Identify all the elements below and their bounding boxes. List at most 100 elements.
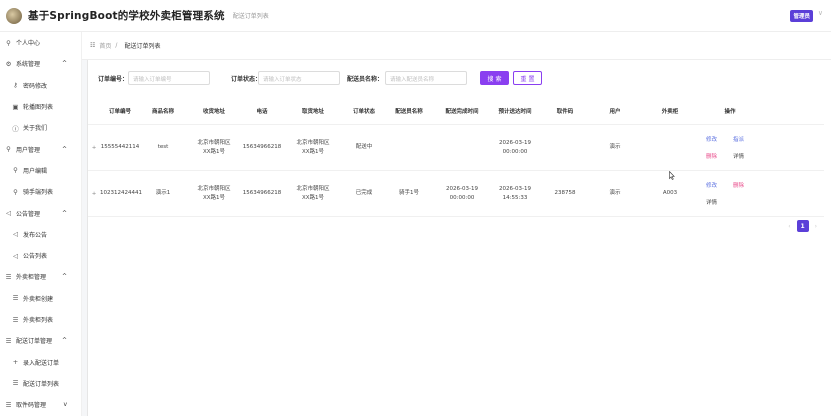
- sidebar-item-8[interactable]: ◁ 公告管理 ^: [0, 202, 81, 223]
- sidebar-item-13[interactable]: ☰ 外卖柜列表: [0, 309, 81, 330]
- table-cell: 骑手1号: [399, 190, 419, 196]
- app-title: 基于SpringBoot的学校外卖柜管理系统: [28, 10, 225, 22]
- main-content: ☷ 首页 / 配送订单列表 订单编号： 请输入订单编号 订单状态： 请输入订单状…: [82, 32, 831, 416]
- sidebar-item-label: 配送订单列表: [23, 380, 60, 388]
- sidebar-item-3[interactable]: ▣ 轮播图列表: [0, 96, 81, 117]
- sidebar-item-1[interactable]: ⚙ 系统管理 ^: [0, 53, 81, 74]
- edit-link[interactable]: 修改: [706, 181, 733, 189]
- assign-link[interactable]: 指派: [733, 135, 760, 143]
- sidebar-item-label: 发布公告: [23, 231, 48, 239]
- table-cell: 238758: [554, 190, 576, 196]
- table-cell: 演示1: [155, 190, 171, 196]
- info-icon: ⓘ: [12, 124, 19, 133]
- speaker-icon: ◁: [6, 209, 11, 218]
- user-icon: ⚲: [13, 166, 18, 175]
- sidebar-item-label: 个人中心: [16, 40, 41, 48]
- sidebar-item-2[interactable]: ⚷ 密码修改: [0, 75, 81, 96]
- sidebar-item-label: 录入配送订单: [23, 359, 60, 367]
- order-no-input[interactable]: 请输入订单编号: [128, 71, 210, 85]
- detail-link[interactable]: 详情: [706, 198, 733, 206]
- user-icon: ⚲: [6, 38, 11, 47]
- order-status-input[interactable]: 请输入订单状态: [258, 71, 340, 85]
- sidebar-item-9[interactable]: ◁ 发布公告: [0, 224, 81, 245]
- list-icon: ☰: [12, 294, 19, 303]
- image-icon: ▣: [12, 102, 19, 111]
- table-cell: 北京市朝阳区 XX路1号: [197, 185, 231, 201]
- column-header: 电话: [256, 108, 268, 115]
- sidebar-item-label: 轮播图列表: [23, 104, 54, 112]
- table-cell: 2026-03-19 00:00:00: [499, 139, 531, 155]
- top-bar: 基于SpringBoot的学校外卖柜管理系统 配送订单列表 管理员 ∨: [0, 0, 831, 32]
- sidebar-item-label: 系统管理: [16, 61, 41, 69]
- orders-table: 订单编号 商品名称 收货地址 电话 取货地址 订单状态 配送员名称 配送完成时间 预计送达时间 取…: [88, 100, 824, 217]
- column-header: 收货地址: [202, 108, 225, 115]
- delete-link[interactable]: 删除: [733, 181, 760, 189]
- sidebar-item-label: 外卖柜管理: [16, 274, 47, 282]
- sidebar-item-label: 骑手端列表: [23, 189, 54, 197]
- sidebar-item-label: 取件码管理: [16, 402, 47, 410]
- sidebar-item-17[interactable]: ☰ 取件码管理 v: [0, 394, 81, 415]
- sidebar-item-14[interactable]: ☰ 配送订单管理 ^: [0, 330, 81, 351]
- expand-icon[interactable]: +: [88, 191, 100, 197]
- users-icon: ⚲: [6, 145, 11, 154]
- table-cell: 北京市朝阳区 XX路1号: [296, 185, 330, 201]
- chevron-up-icon: ^: [61, 145, 67, 153]
- edit-link[interactable]: 修改: [706, 135, 733, 143]
- list-icon: ☰: [12, 379, 19, 388]
- chevron-down-icon[interactable]: ∨: [818, 9, 823, 17]
- sidebar-item-label: 用户编辑: [23, 167, 48, 175]
- search-button[interactable]: 搜 索: [480, 71, 509, 85]
- order-status-label: 订单状态：: [231, 76, 262, 83]
- breadcrumb-home[interactable]: 首页: [99, 41, 111, 50]
- list-icon: ☰: [5, 400, 12, 409]
- chevron-up-icon: ^: [61, 273, 67, 281]
- sidebar-item-label: 公告列表: [23, 253, 48, 261]
- page-number-button[interactable]: 1: [796, 220, 809, 232]
- table-cell: 北京市朝阳区 XX路1号: [197, 139, 231, 155]
- sidebar-item-10[interactable]: ◁ 公告列表: [0, 245, 81, 266]
- courier-name-label: 配送员名称：: [347, 76, 384, 83]
- sidebar-item-11[interactable]: ☰ 外卖柜管理 ^: [0, 266, 81, 287]
- detail-link[interactable]: 详情: [733, 152, 760, 160]
- sidebar-item-5[interactable]: ⚲ 用户管理 ^: [0, 138, 81, 159]
- chevron-up-icon: ^: [61, 209, 67, 217]
- sidebar-item-16[interactable]: ☰ 配送订单列表: [0, 373, 81, 394]
- table-cell: 已完成: [355, 190, 373, 196]
- table-cell: 15634966218: [242, 190, 282, 196]
- column-header: 取货地址: [301, 108, 324, 115]
- courier-name-input[interactable]: 请输入配送员名称: [385, 71, 467, 85]
- sidebar-item-label: 配送订单管理: [16, 338, 53, 346]
- column-header: 取件码: [556, 108, 574, 115]
- sidebar-item-4[interactable]: ⓘ 关于我们: [0, 117, 81, 138]
- menu-toggle-icon[interactable]: ☷: [90, 42, 95, 49]
- table-cell: 演示: [609, 144, 621, 150]
- table-cell: 2026-03-19 00:00:00: [446, 185, 478, 201]
- table-cell: 北京市朝阳区 XX路1号: [296, 139, 330, 155]
- list-icon: ☰: [5, 336, 12, 345]
- sidebar-item-12[interactable]: ☰ 外卖柜创建: [0, 288, 81, 309]
- column-header: 外卖柜: [661, 108, 679, 115]
- next-page-button[interactable]: ›: [815, 223, 817, 230]
- column-header: 配送员名称: [395, 108, 423, 115]
- column-header: 操作: [724, 108, 736, 115]
- delete-link[interactable]: 删除: [706, 152, 733, 160]
- sidebar-item-15[interactable]: + 录入配送订单: [0, 351, 81, 372]
- breadcrumb: ☷ 首页 / 配送订单列表: [82, 32, 831, 60]
- plus-icon: +: [12, 358, 19, 367]
- row-actions: 修改 删除详情: [700, 181, 760, 206]
- table-cell: test: [157, 144, 169, 150]
- sidebar-item-label: 公告管理: [16, 210, 41, 218]
- sidebar-item-0[interactable]: ⚲ 个人中心: [0, 32, 81, 53]
- sidebar-item-label: 外卖柜创建: [23, 295, 54, 303]
- admin-badge[interactable]: 管理员: [790, 10, 813, 22]
- prev-page-button[interactable]: ‹: [788, 223, 790, 230]
- table-cell: 15555442114: [100, 144, 140, 150]
- row-actions: 修改 指派删除 详情: [700, 135, 760, 160]
- chevron-down-icon: v: [63, 401, 67, 409]
- reset-button[interactable]: 重 置: [513, 71, 542, 85]
- sidebar-item-7[interactable]: ⚲ 骑手端列表: [0, 181, 81, 202]
- table-header: 订单编号 商品名称 收货地址 电话 取货地址 订单状态 配送员名称 配送完成时间 预计送达时间 取…: [88, 100, 824, 125]
- expand-icon[interactable]: +: [88, 145, 100, 151]
- sidebar-item-6[interactable]: ⚲ 用户编辑: [0, 160, 81, 181]
- column-header: 订单状态: [352, 108, 375, 115]
